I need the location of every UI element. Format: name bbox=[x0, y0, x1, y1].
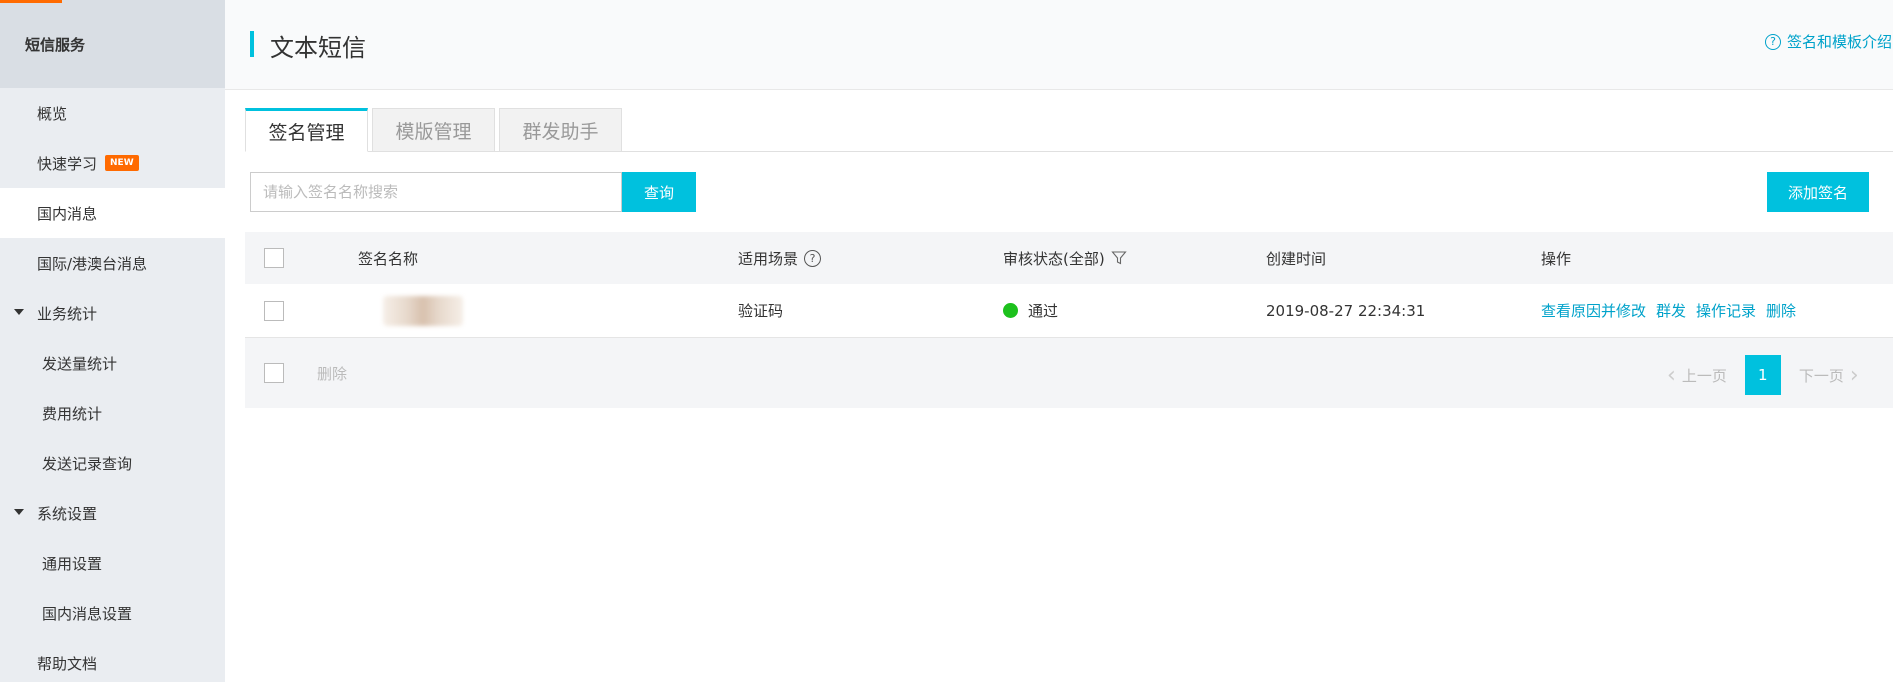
filter-icon[interactable] bbox=[1111, 250, 1127, 266]
column-header-scene: 适用场景 ? bbox=[738, 232, 822, 284]
status-label: 通过 bbox=[1028, 302, 1059, 320]
delete-link[interactable]: 删除 bbox=[1766, 300, 1796, 321]
sidebar-item-label: 国内消息 bbox=[37, 204, 98, 223]
next-page-button[interactable]: 下一页 › bbox=[1799, 363, 1859, 388]
sidebar-nav: 概览 快速学习 NEW 国内消息 国际/港澳台消息 业务统计 发送量统计 费用统… bbox=[0, 88, 225, 682]
sidebar-item-label: 发送量统计 bbox=[42, 354, 118, 373]
sidebar-item-label: 系统设置 bbox=[37, 504, 98, 523]
tab-signature-management[interactable]: 签名管理 bbox=[245, 108, 368, 152]
pagination: ‹ 上一页 1 下一页 › bbox=[1667, 355, 1859, 395]
sidebar-item-label: 费用统计 bbox=[42, 404, 103, 423]
title-accent-bar bbox=[250, 31, 254, 57]
next-page-label: 下一页 bbox=[1798, 366, 1844, 385]
sidebar-item-label: 发送记录查询 bbox=[42, 454, 133, 473]
sidebar-item-help-docs[interactable]: 帮助文档 bbox=[0, 638, 225, 682]
help-link[interactable]: ? 签名和模板介绍 bbox=[1765, 31, 1892, 52]
sidebar-item-overview[interactable]: 概览 bbox=[0, 88, 225, 138]
sidebar-item-domestic-message-settings[interactable]: 国内消息设置 bbox=[0, 588, 225, 638]
sidebar-item-label: 业务统计 bbox=[37, 304, 98, 323]
new-badge: NEW bbox=[105, 155, 139, 171]
bulk-send-link[interactable]: 群发 bbox=[1656, 300, 1686, 321]
caret-down-icon bbox=[14, 509, 24, 515]
sidebar-item-general-settings[interactable]: 通用设置 bbox=[0, 538, 225, 588]
question-circle-icon[interactable]: ? bbox=[804, 249, 822, 267]
add-signature-button[interactable]: 添加签名 bbox=[1767, 172, 1869, 212]
scene-cell: 验证码 bbox=[738, 302, 784, 320]
top-accent-bar bbox=[0, 0, 62, 3]
column-header-created: 创建时间 bbox=[1266, 249, 1327, 268]
sidebar-item-international-message[interactable]: 国际/港澳台消息 bbox=[0, 238, 225, 288]
tab-bar: 签名管理 模版管理 群发助手 bbox=[245, 108, 1893, 152]
prev-page-button[interactable]: ‹ 上一页 bbox=[1667, 363, 1727, 388]
page-header: 文本短信 ? 签名和模板介绍 bbox=[225, 0, 1893, 90]
sidebar-item-domestic-message[interactable]: 国内消息 bbox=[0, 188, 225, 238]
row-checkbox[interactable] bbox=[264, 300, 284, 321]
operation-log-link[interactable]: 操作记录 bbox=[1696, 300, 1756, 321]
question-circle-icon: ? bbox=[1765, 33, 1781, 50]
column-header-name: 签名名称 bbox=[358, 249, 419, 268]
app: 短信服务 概览 快速学习 NEW 国内消息 国际/港澳台消息 业务统计 发送量统… bbox=[0, 0, 1893, 682]
main-content: 文本短信 ? 签名和模板介绍 签名管理 模版管理 群发助手 查询 添加签名 签名… bbox=[225, 0, 1893, 682]
prev-page-label: 上一页 bbox=[1681, 366, 1727, 385]
table-row: 验证码 通过 2019-08-27 22:34:31 查看原因并修改 群发 操作… bbox=[245, 284, 1893, 338]
current-page[interactable]: 1 bbox=[1744, 355, 1781, 395]
sidebar-item-label: 通用设置 bbox=[42, 554, 103, 573]
table-footer: 删除 ‹ 上一页 1 下一页 › bbox=[245, 338, 1893, 408]
sidebar-item-label: 国内消息设置 bbox=[42, 604, 133, 623]
table-header: 签名名称 适用场景 ? 审核状态(全部) 创建时间 操作 bbox=[245, 232, 1893, 284]
sidebar-item-label: 帮助文档 bbox=[37, 654, 98, 673]
caret-down-icon bbox=[14, 309, 24, 315]
query-button[interactable]: 查询 bbox=[622, 172, 696, 212]
sidebar-item-label: 概览 bbox=[37, 104, 68, 123]
view-reason-edit-link[interactable]: 查看原因并修改 bbox=[1541, 300, 1646, 321]
column-header-actions: 操作 bbox=[1541, 249, 1572, 268]
sidebar: 短信服务 概览 快速学习 NEW 国内消息 国际/港澳台消息 业务统计 发送量统… bbox=[0, 0, 225, 682]
search-input[interactable] bbox=[250, 172, 622, 212]
status-cell: 通过 bbox=[1003, 284, 1058, 337]
sidebar-title: 短信服务 bbox=[0, 0, 225, 88]
sidebar-item-label: 国际/港澳台消息 bbox=[37, 254, 148, 273]
footer-select-all-checkbox[interactable] bbox=[264, 363, 284, 383]
actions-cell: 查看原因并修改 群发 操作记录 删除 bbox=[1541, 284, 1806, 337]
blurred-signature-name bbox=[383, 295, 463, 326]
sidebar-group-business-stats[interactable]: 业务统计 bbox=[0, 288, 225, 338]
footer-checkbox-cell bbox=[264, 338, 284, 408]
created-time-cell: 2019-08-27 22:34:31 bbox=[1266, 301, 1426, 320]
column-header-label: 适用场景 bbox=[738, 249, 799, 268]
sidebar-item-send-volume-stats[interactable]: 发送量统计 bbox=[0, 338, 225, 388]
sidebar-item-quick-learn[interactable]: 快速学习 NEW bbox=[0, 138, 225, 188]
header-checkbox-cell bbox=[264, 232, 284, 284]
sidebar-item-cost-stats[interactable]: 费用统计 bbox=[0, 388, 225, 438]
tab-template-management[interactable]: 模版管理 bbox=[372, 108, 495, 152]
select-all-checkbox[interactable] bbox=[264, 248, 284, 268]
chevron-left-icon: ‹ bbox=[1667, 362, 1676, 388]
footer-delete-cell: 删除 bbox=[309, 338, 356, 408]
help-link-label: 签名和模板介绍 bbox=[1787, 33, 1893, 51]
sidebar-item-send-record-query[interactable]: 发送记录查询 bbox=[0, 438, 225, 488]
page-title: 文本短信 bbox=[270, 34, 366, 62]
signature-table: 签名名称 适用场景 ? 审核状态(全部) 创建时间 操作 验证码 通过 2019… bbox=[245, 232, 1893, 408]
sidebar-group-system-settings[interactable]: 系统设置 bbox=[0, 488, 225, 538]
row-checkbox-cell bbox=[264, 284, 284, 337]
chevron-right-icon: › bbox=[1849, 362, 1859, 388]
tab-bulk-send-assistant[interactable]: 群发助手 bbox=[499, 108, 622, 152]
status-dot-icon bbox=[1003, 303, 1018, 318]
signature-name-cell bbox=[383, 284, 463, 337]
batch-delete-button[interactable]: 删除 bbox=[309, 357, 356, 389]
column-header-status: 审核状态(全部) bbox=[1003, 232, 1127, 284]
sidebar-item-label: 快速学习 bbox=[37, 154, 98, 173]
column-header-label: 审核状态(全部) bbox=[1003, 249, 1105, 268]
